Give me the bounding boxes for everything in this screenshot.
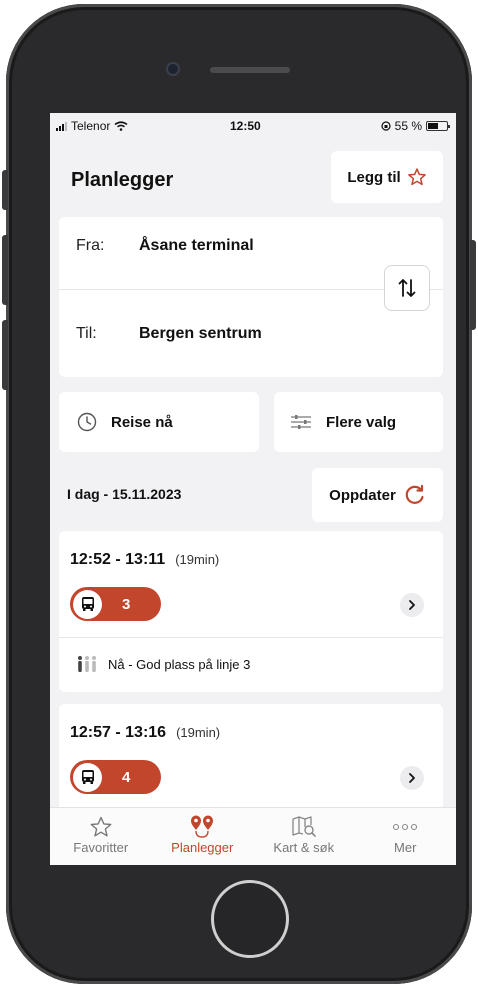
tab-map-search-label: Kart & søk	[273, 840, 335, 855]
trip-time-range: 12:52 - 13:11	[70, 551, 166, 568]
power-button	[470, 240, 476, 330]
carrier-name: Telenor	[71, 119, 111, 133]
tab-more-label: Mer	[394, 840, 417, 855]
travel-now-label: Reise nå	[111, 413, 173, 431]
volume-up-button	[2, 235, 8, 305]
date-label: I dag - 15.11.2023	[67, 486, 182, 502]
trip-time: 12:57 - 13:16 (19min)	[70, 724, 220, 742]
volume-down-button	[2, 320, 8, 390]
mute-switch	[2, 170, 8, 210]
trip-card[interactable]: 12:52 - 13:11 (19min) 3 Nå - God plass p…	[59, 531, 443, 692]
status-time: 12:50	[230, 119, 261, 133]
from-value: Åsane terminal	[139, 237, 254, 254]
map-search-icon	[292, 816, 316, 837]
earpiece-speaker	[210, 67, 290, 73]
travel-now-button[interactable]: Reise nå	[59, 392, 259, 452]
passenger-load-icon	[78, 656, 96, 672]
crowding-info: Nå - God plass på linje 3	[76, 655, 250, 673]
front-camera	[168, 64, 178, 74]
crowding-text: Nå - God plass på linje 3	[108, 656, 251, 672]
trip-time-range: 12:57 - 13:16	[70, 724, 167, 741]
bus-icon	[73, 762, 102, 792]
trip-time: 12:52 - 13:11 (19min)	[70, 551, 219, 569]
swap-route-button[interactable]	[384, 265, 430, 311]
chevron-right-icon	[409, 773, 415, 783]
more-options-label: Flere valg	[326, 413, 397, 431]
orientation-lock-icon	[381, 121, 391, 131]
trip-details-button[interactable]	[400, 593, 424, 617]
tab-more[interactable]: Mer	[355, 808, 457, 865]
star-outline-icon	[407, 168, 426, 186]
route-card: Fra: Åsane terminal Til: Bergen sentrum	[59, 217, 443, 377]
swap-arrows-icon	[398, 279, 416, 297]
bus-icon	[73, 589, 102, 619]
wifi-icon	[114, 121, 128, 131]
to-field[interactable]: Til: Bergen sentrum	[76, 325, 262, 343]
chevron-right-icon	[409, 600, 415, 610]
trip-divider	[59, 637, 443, 638]
tab-favorites-label: Favoritter	[73, 840, 129, 855]
app-screen: Telenor 12:50 55 % Planlegger Legg til F…	[50, 113, 456, 865]
from-field[interactable]: Fra: Åsane terminal	[76, 237, 254, 255]
star-outline-icon	[90, 816, 112, 837]
battery-percent: 55 %	[394, 119, 422, 133]
status-right: 55 %	[381, 119, 450, 133]
add-favorite-button[interactable]: Legg til	[331, 151, 443, 203]
more-options-button[interactable]: Flere valg	[274, 392, 443, 452]
bus-line-number: 3	[122, 595, 131, 613]
route-pins-icon	[191, 815, 214, 838]
tab-map-search[interactable]: Kart & søk	[253, 808, 355, 865]
tab-bar: Favoritter Planlegger Kart & søk Mer	[50, 807, 456, 865]
refresh-icon	[405, 484, 424, 504]
tab-favorites[interactable]: Favoritter	[50, 808, 152, 865]
to-value: Bergen sentrum	[139, 325, 262, 342]
clock-icon	[77, 412, 97, 432]
refresh-button[interactable]: Oppdater	[312, 468, 443, 522]
tab-planner-label: Planlegger	[171, 840, 234, 855]
refresh-label: Oppdater	[329, 486, 396, 504]
trip-duration: (19min)	[176, 725, 221, 740]
tab-planner[interactable]: Planlegger	[152, 808, 254, 865]
trip-duration: (19min)	[175, 552, 220, 567]
add-favorite-label: Legg til	[347, 168, 401, 186]
bus-line-number: 4	[122, 768, 131, 786]
filter-sliders-icon	[291, 415, 311, 429]
battery-icon	[426, 121, 450, 131]
bus-line-badge: 4	[70, 760, 161, 794]
to-label: Til:	[76, 325, 97, 342]
signal-icon	[56, 121, 67, 131]
more-dots-icon	[393, 823, 418, 831]
trip-details-button[interactable]	[400, 766, 424, 790]
bus-line-badge: 3	[70, 587, 161, 621]
trip-card[interactable]: 12:57 - 13:16 (19min) 4	[59, 704, 443, 814]
status-left: Telenor	[56, 119, 128, 133]
from-label: Fra:	[76, 237, 105, 254]
page-title: Planlegger	[71, 169, 174, 191]
home-button[interactable]	[211, 880, 289, 958]
status-bar: Telenor 12:50 55 %	[50, 113, 456, 139]
